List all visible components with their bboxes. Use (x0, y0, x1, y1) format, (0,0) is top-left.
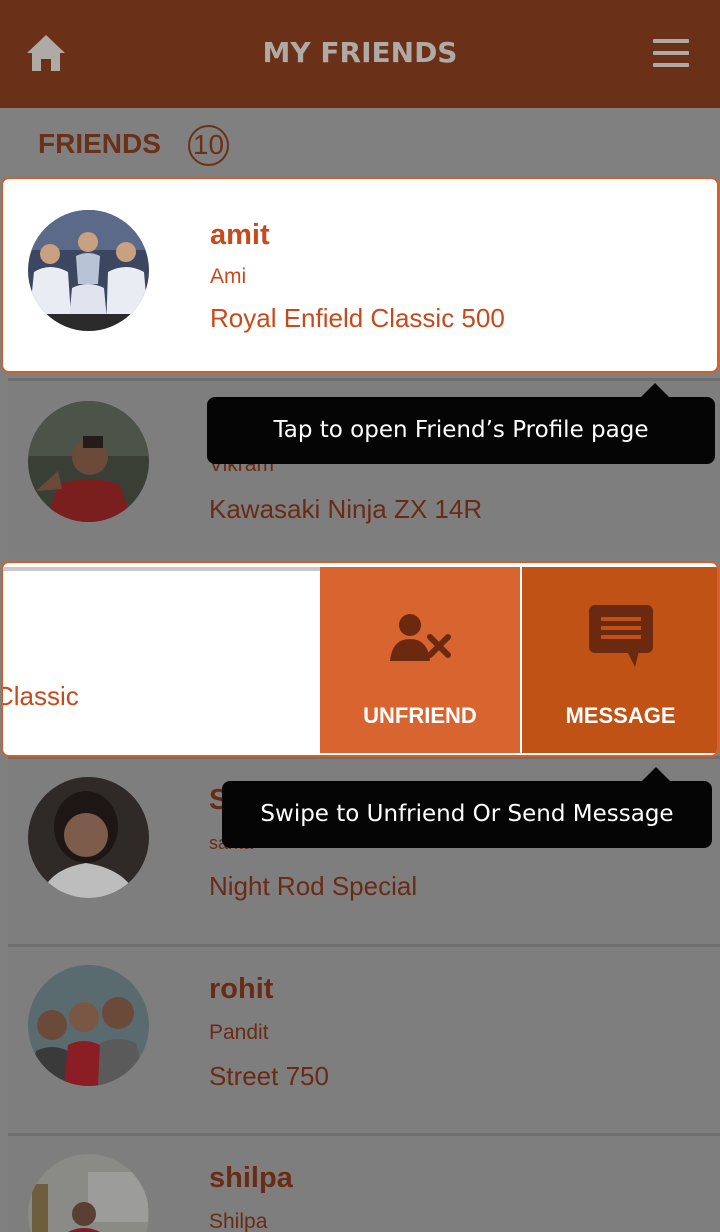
avatar (28, 210, 149, 331)
friends-count-badge: 10 (188, 125, 229, 166)
friend-bike: Kawasaki Ninja ZX 14R (209, 494, 483, 524)
page-title: MY FRIENDS (262, 36, 458, 69)
app-header: MY FRIENDS (0, 0, 720, 108)
avatar (28, 401, 149, 522)
friend-username: Ami (210, 265, 247, 288)
friend-bike: Royal Enfield Classic 500 (210, 303, 505, 333)
swipe-tooltip-text: Swipe to Unfriend Or Send Message (260, 801, 674, 827)
unfriend-label: UNFRIEND (363, 703, 477, 728)
swipe-tooltip: Swipe to Unfriend Or Send Message (222, 767, 712, 848)
friend-bike-partial: Classic (1, 681, 79, 711)
divider (3, 567, 321, 571)
profile-tooltip: Tap to open Friend’s Profile page (207, 383, 715, 464)
tooltip-arrow (642, 767, 670, 781)
friend-card-swiped[interactable]: Classic UNFRIEND MESSAGE (1, 561, 719, 757)
profile-tooltip-text: Tap to open Friend’s Profile page (273, 417, 649, 443)
friend-card[interactable]: rohit Pandit Street 750 (8, 944, 720, 1134)
unfriend-button[interactable]: UNFRIEND (320, 567, 520, 753)
friend-bike: Street 750 (209, 1061, 329, 1091)
avatar (28, 965, 149, 1086)
friend-bike: Night Rod Special (209, 871, 418, 901)
friend-name: rohit (209, 973, 274, 1005)
avatar (28, 777, 149, 898)
hamburger-menu-icon[interactable] (653, 39, 689, 67)
avatar (28, 1154, 149, 1232)
friend-card[interactable]: shilpa Shilpa (8, 1133, 720, 1232)
message-button[interactable]: MESSAGE (522, 567, 717, 753)
friend-card-highlighted[interactable]: amit Ami Royal Enfield Classic 500 (1, 177, 719, 373)
tooltip-arrow (641, 383, 669, 397)
friend-name: amit (210, 219, 270, 251)
message-label: MESSAGE (565, 703, 676, 728)
friend-username: Pandit (209, 1021, 269, 1044)
remove-user-icon (390, 614, 451, 661)
friend-name: shilpa (209, 1162, 293, 1194)
friends-section-label: FRIENDS (38, 128, 161, 159)
friend-username: Shilpa (209, 1210, 268, 1232)
chat-message-icon (589, 605, 653, 667)
